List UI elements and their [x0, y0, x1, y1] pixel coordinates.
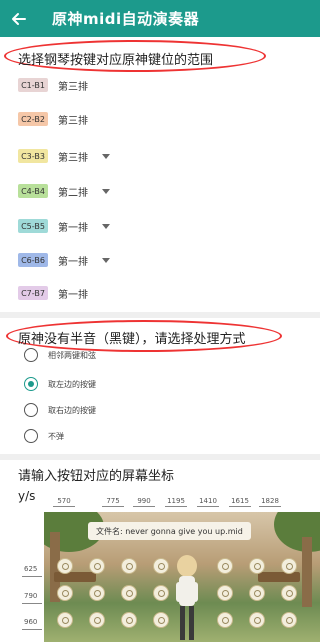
lyre-key — [217, 585, 233, 601]
game-preview-image: 文件名: never gonna give you up.mid — [44, 512, 320, 642]
row-value: 第一排 — [58, 222, 88, 234]
option-label: 不弹 — [48, 432, 64, 441]
option-label: 相邻两键和弦 — [48, 351, 96, 360]
x-coord-input[interactable]: 570 — [49, 497, 79, 505]
y-axis-label: y/s — [18, 489, 36, 503]
section-divider — [0, 454, 320, 460]
range-row-c4[interactable]: C4-B4 第二排 — [18, 181, 110, 201]
x-coord-input[interactable]: 1615 — [225, 497, 255, 505]
arrow-back-icon[interactable] — [10, 10, 28, 28]
lyre-key — [89, 558, 105, 574]
row-value: 第三排 — [58, 152, 88, 164]
range-row-c5[interactable]: C5-B5 第一排 — [18, 216, 110, 236]
x-coord-input[interactable]: 775 — [98, 497, 128, 505]
chevron-down-icon[interactable] — [102, 223, 110, 229]
x-input-underline — [133, 506, 155, 507]
lyre-key — [89, 612, 105, 628]
lyre-key — [57, 585, 73, 601]
range-section-title: 选择钢琴按键对应原神键位的范围 — [18, 53, 214, 68]
y-input-underline — [22, 576, 42, 577]
x-coord-input[interactable]: 1410 — [193, 497, 223, 505]
radio-chord[interactable] — [24, 348, 38, 362]
range-chip: C4-B4 — [18, 184, 48, 198]
x-input-underline — [102, 506, 124, 507]
y-coord-input[interactable]: 790 — [24, 592, 37, 600]
app-title: 原神midi自动演奏器 — [52, 10, 200, 28]
range-row-c1[interactable]: C1-B1 第三排 — [18, 75, 88, 95]
chevron-down-icon[interactable] — [102, 153, 110, 159]
x-coord-input[interactable]: 990 — [129, 497, 159, 505]
range-row-c3[interactable]: C3-B3 第三排 — [18, 146, 110, 166]
lyre-key — [57, 612, 73, 628]
lyre-key — [121, 558, 137, 574]
x-input-underline — [259, 506, 281, 507]
lyre-key — [121, 612, 137, 628]
range-chip: C3-B3 — [18, 149, 48, 163]
lyre-key — [281, 558, 297, 574]
option-label: 取右边的按键 — [48, 406, 96, 415]
row-value: 第一排 — [58, 289, 88, 301]
range-chip: C5-B5 — [18, 219, 48, 233]
range-row-c7[interactable]: C7-B7 第一排 — [18, 283, 88, 303]
lyre-key — [217, 558, 233, 574]
radio-skip[interactable] — [24, 429, 38, 443]
lyre-key — [153, 585, 169, 601]
lyre-key — [121, 585, 137, 601]
range-chip: C6-B6 — [18, 253, 48, 267]
x-input-underline — [165, 506, 187, 507]
row-value: 第一排 — [58, 256, 88, 268]
coords-section-title: 请输入按钮对应的屏幕坐标 — [18, 469, 175, 484]
x-coord-input[interactable]: 1828 — [255, 497, 285, 505]
lyre-key — [57, 558, 73, 574]
radio-right-key[interactable] — [24, 403, 38, 417]
y-coord-input[interactable]: 960 — [24, 618, 37, 626]
lyre-key — [89, 585, 105, 601]
range-chip: C1-B1 — [18, 78, 48, 92]
radio-left-key[interactable] — [24, 377, 38, 391]
range-chip: C2-B2 — [18, 112, 48, 126]
lyre-key — [153, 558, 169, 574]
x-coord-input[interactable]: 1195 — [161, 497, 191, 505]
range-row-c2[interactable]: C2-B2 第三排 — [18, 109, 88, 129]
range-row-c6[interactable]: C6-B6 第一排 — [18, 250, 110, 270]
row-value: 第二排 — [58, 187, 88, 199]
chevron-down-icon[interactable] — [102, 257, 110, 263]
y-input-underline — [22, 629, 42, 630]
x-input-underline — [197, 506, 219, 507]
x-input-underline — [53, 506, 75, 507]
lyre-key — [153, 612, 169, 628]
file-name-banner: 文件名: never gonna give you up.mid — [88, 522, 251, 540]
semitone-section-title: 原神没有半音（黑键），请选择处理方式 — [18, 332, 246, 347]
section-divider — [0, 312, 320, 318]
row-value: 第三排 — [58, 115, 88, 127]
chevron-down-icon[interactable] — [102, 188, 110, 194]
lyre-key — [249, 612, 265, 628]
lyre-key — [281, 585, 297, 601]
lyre-key — [249, 558, 265, 574]
x-input-underline — [229, 506, 251, 507]
y-coord-input[interactable]: 625 — [24, 565, 37, 573]
lyre-key — [281, 612, 297, 628]
y-input-underline — [22, 603, 42, 604]
range-chip: C7-B7 — [18, 286, 48, 300]
character-figure — [176, 555, 198, 640]
option-label: 取左边的按键 — [48, 380, 96, 389]
row-value: 第三排 — [58, 81, 88, 93]
app-bar: 原神midi自动演奏器 — [0, 0, 320, 37]
lyre-key — [249, 585, 265, 601]
lyre-key — [217, 612, 233, 628]
